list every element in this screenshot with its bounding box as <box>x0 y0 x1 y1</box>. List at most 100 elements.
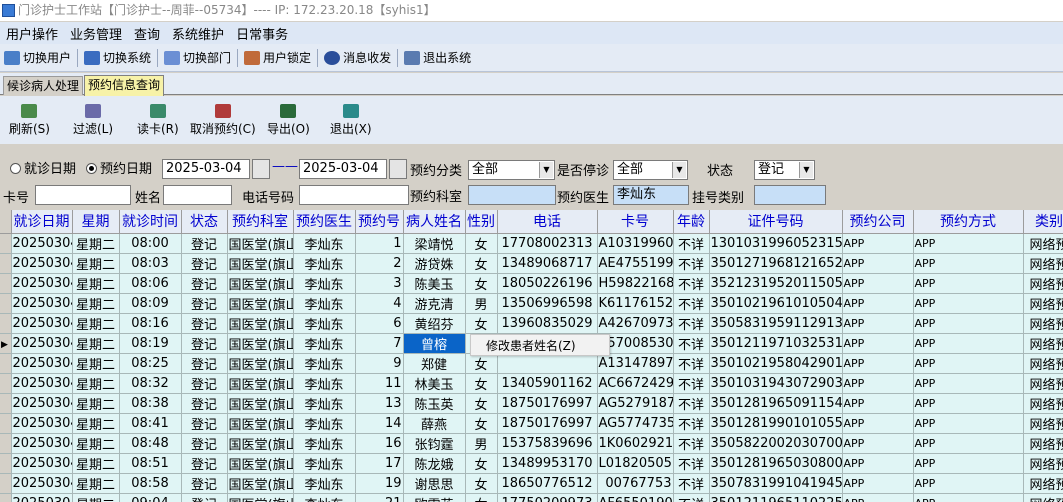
table-cell[interactable]: 08:41 <box>119 413 182 434</box>
table-cell[interactable]: 网络预 <box>1023 453 1063 474</box>
table-cell[interactable]: 20250304 <box>11 313 73 334</box>
table-cell[interactable]: 女 <box>465 453 498 474</box>
table-cell[interactable]: 李灿东 <box>293 433 356 454</box>
menu-business[interactable]: 业务管理 <box>64 24 128 43</box>
table-cell[interactable]: APP <box>913 253 1024 274</box>
table-cell[interactable]: 7 <box>355 333 404 354</box>
table-cell[interactable]: APP <box>842 473 914 494</box>
table-cell[interactable]: 女 <box>465 473 498 494</box>
table-cell[interactable]: 游克清 <box>403 293 466 314</box>
table-cell[interactable]: 不详 <box>673 233 710 254</box>
table-cell[interactable]: AF6550190 <box>597 493 674 502</box>
table-cell[interactable]: 350103194307290341 <box>709 373 843 394</box>
table-cell[interactable]: 星期二 <box>72 293 120 314</box>
table-cell[interactable]: 登记 <box>181 473 228 494</box>
table-cell[interactable]: 不详 <box>673 473 710 494</box>
table-row[interactable]: 20250304星期二08:00登记国医堂(旗山李灿东1梁靖悦女17708002… <box>0 233 1063 254</box>
table-cell[interactable]: 星期二 <box>72 373 120 394</box>
doctor-input[interactable]: 李灿东 <box>613 185 689 205</box>
table-cell[interactable]: 08:32 <box>119 373 182 394</box>
table-cell[interactable]: 13506996598 <box>497 293 598 314</box>
date-from-input[interactable]: 2025-03-04 <box>162 159 250 179</box>
table-cell[interactable]: 登记 <box>181 453 228 474</box>
table-cell[interactable]: 350128196509115425 <box>709 393 843 414</box>
table-cell[interactable]: 20250304 <box>11 273 73 294</box>
table-cell[interactable]: 350102195804290105 <box>709 353 843 374</box>
table-cell[interactable]: 13405901162 <box>497 373 598 394</box>
table-cell[interactable]: 谢思思 <box>403 473 466 494</box>
table-cell[interactable]: 不详 <box>673 373 710 394</box>
tab-appointment-query[interactable]: 预约信息查询 <box>84 75 165 96</box>
table-cell[interactable]: 国医堂(旗山 <box>227 453 294 474</box>
table-cell[interactable]: APP <box>842 253 914 274</box>
table-cell[interactable]: 350783199104194525 <box>709 473 843 494</box>
table-cell[interactable]: L01820505 <box>597 453 674 474</box>
table-cell[interactable]: 350121197103253123 <box>709 333 843 354</box>
table-cell[interactable]: 星期二 <box>72 273 120 294</box>
table-cell[interactable]: 08:58 <box>119 473 182 494</box>
table-cell[interactable]: 网络预 <box>1023 313 1063 334</box>
table-cell[interactable]: 登记 <box>181 433 228 454</box>
table-cell[interactable]: 350127196812165269 <box>709 253 843 274</box>
table-cell[interactable]: 张钧霆 <box>403 433 466 454</box>
table-row[interactable]: 20250304星期二08:38登记国医堂(旗山李灿东13陈玉英女1875017… <box>0 393 1063 414</box>
table-cell[interactable]: 20250304 <box>11 473 73 494</box>
table-cell[interactable]: 20250304 <box>11 373 73 394</box>
table-cell[interactable]: 国医堂(旗山 <box>227 293 294 314</box>
table-cell[interactable]: 08:51 <box>119 453 182 474</box>
table-cell[interactable]: K61176152 <box>597 293 674 314</box>
table-cell[interactable]: 20250304 <box>11 253 73 274</box>
table-cell[interactable]: 16 <box>355 433 404 454</box>
table-cell[interactable]: 08:25 <box>119 353 182 374</box>
table-cell[interactable]: 网络预 <box>1023 273 1063 294</box>
table-cell[interactable]: 男 <box>465 433 498 454</box>
table-cell[interactable]: 20250304 <box>11 433 73 454</box>
table-cell[interactable]: 登记 <box>181 373 228 394</box>
table-cell[interactable]: 20250304 <box>11 293 73 314</box>
table-cell[interactable]: 09:04 <box>119 493 182 502</box>
table-row[interactable]: 20250304星期二08:58登记国医堂(旗山李灿东19谢思思女1865077… <box>0 473 1063 494</box>
table-cell[interactable]: 352123195201150502 <box>709 273 843 294</box>
column-header[interactable]: 年龄 <box>673 210 710 234</box>
table-cell[interactable]: 08:19 <box>119 333 182 354</box>
column-header[interactable]: 预约号 <box>355 210 404 234</box>
table-cell[interactable]: APP <box>842 453 914 474</box>
column-header[interactable]: 状态 <box>181 210 228 234</box>
table-cell[interactable]: 08:09 <box>119 293 182 314</box>
table-cell[interactable]: 星期二 <box>72 413 120 434</box>
table-cell[interactable]: 不详 <box>673 333 710 354</box>
table-cell[interactable]: 星期二 <box>72 453 120 474</box>
table-cell[interactable]: 11 <box>355 373 404 394</box>
table-row[interactable]: 20250304星期二08:51登记国医堂(旗山李灿东17陈龙娥女1348995… <box>0 453 1063 474</box>
table-cell[interactable]: 登记 <box>181 293 228 314</box>
table-cell[interactable]: 20250304 <box>11 393 73 414</box>
reg-type-input[interactable] <box>754 185 826 205</box>
table-cell[interactable]: AE4755199 <box>597 253 674 274</box>
table-cell[interactable]: A42670973 <box>597 313 674 334</box>
table-cell[interactable]: 曾榕 <box>403 333 466 354</box>
table-cell[interactable]: 星期二 <box>72 233 120 254</box>
table-cell[interactable]: 不详 <box>673 493 710 502</box>
message-button[interactable]: 消息收发 <box>320 47 395 69</box>
table-cell[interactable]: 18650776512 <box>497 473 598 494</box>
column-header[interactable]: 预约方式 <box>913 210 1024 234</box>
table-cell[interactable]: 网络预 <box>1023 473 1063 494</box>
table-cell[interactable]: APP <box>842 293 914 314</box>
table-cell[interactable]: 不详 <box>673 413 710 434</box>
table-cell[interactable]: 星期二 <box>72 313 120 334</box>
table-cell[interactable]: 登记 <box>181 233 228 254</box>
table-cell[interactable]: APP <box>913 273 1024 294</box>
read-card-button[interactable]: 读卡(R) <box>137 104 179 137</box>
table-cell[interactable]: A103199605231 <box>597 233 674 254</box>
table-cell[interactable]: 350583195911291322 <box>709 313 843 334</box>
column-header[interactable]: 电话 <box>497 210 598 234</box>
exit-system-button[interactable]: 退出系统 <box>400 47 475 69</box>
table-cell[interactable]: 4 <box>355 293 404 314</box>
table-cell[interactable]: 林美玉 <box>403 373 466 394</box>
table-cell[interactable]: 网络预 <box>1023 393 1063 414</box>
table-cell[interactable]: 李灿东 <box>293 233 356 254</box>
table-cell[interactable]: 13489068717 <box>497 253 598 274</box>
table-cell[interactable]: 李灿东 <box>293 393 356 414</box>
table-cell[interactable]: 国医堂(旗山 <box>227 333 294 354</box>
visit-date-radio[interactable]: 就诊日期 <box>10 158 76 177</box>
